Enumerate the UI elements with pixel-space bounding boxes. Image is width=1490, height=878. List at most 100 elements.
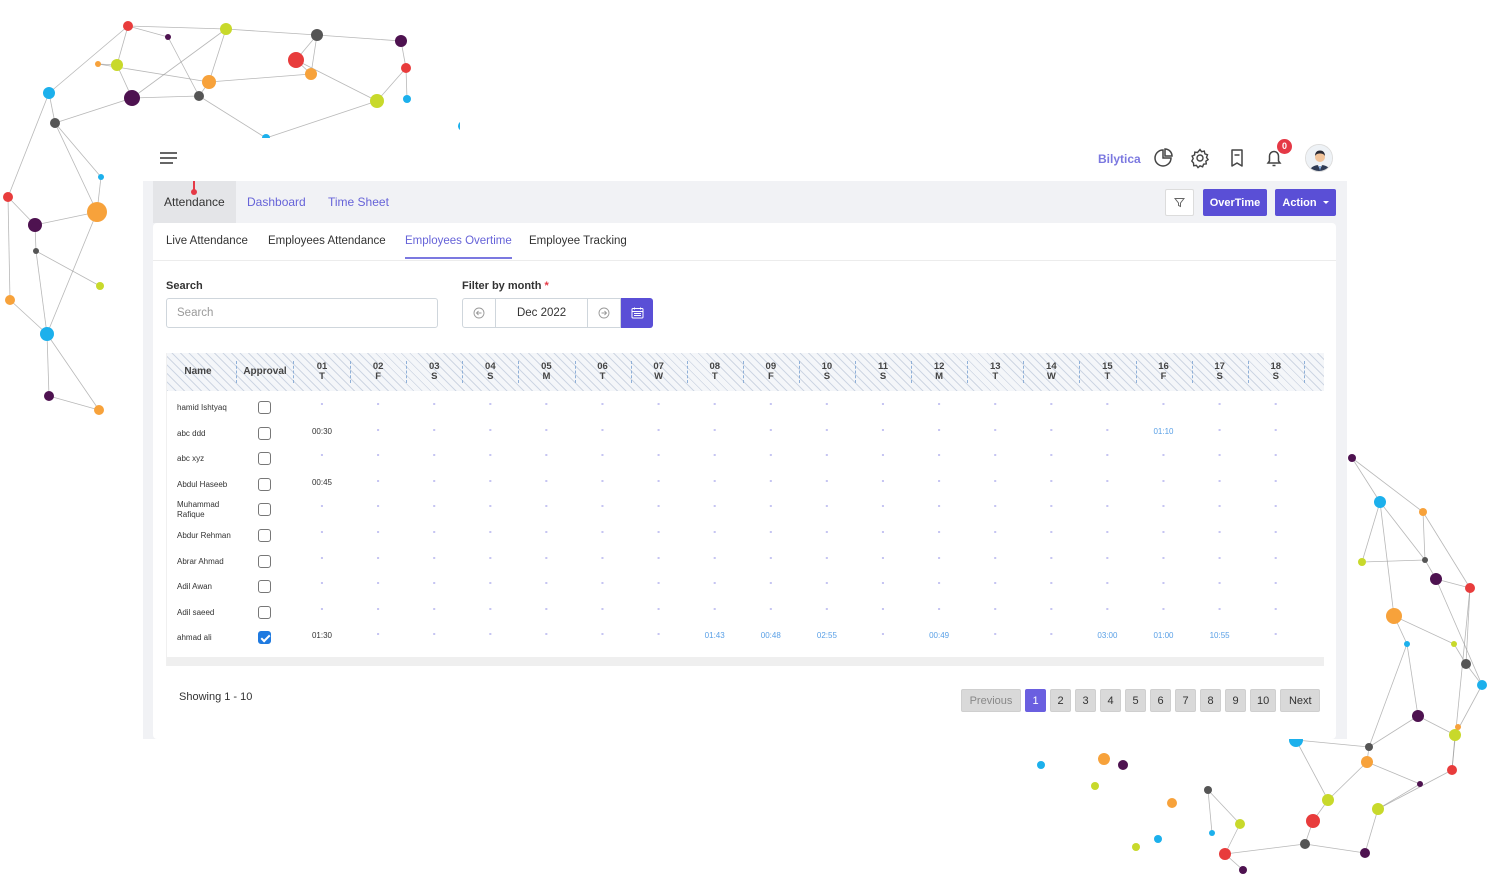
network-edge <box>1393 615 1408 645</box>
overtime-cell: - <box>1049 527 1053 536</box>
approval-checkbox[interactable] <box>258 580 271 594</box>
subtab-employee-tracking[interactable]: Employee Tracking <box>529 235 627 257</box>
pie-chart-icon[interactable] <box>1152 147 1174 169</box>
user-avatar[interactable] <box>1305 144 1333 172</box>
search-input[interactable] <box>166 298 438 328</box>
overtime-cell: - <box>1049 424 1053 434</box>
tab-dashboard[interactable]: Dashboard <box>236 181 317 223</box>
overtime-cell: - <box>1274 399 1278 408</box>
network-node <box>1239 866 1247 874</box>
header-day: 02 F <box>350 353 406 391</box>
network-edge <box>1224 843 1306 855</box>
network-edge <box>7 196 36 226</box>
subtab-live-attendance[interactable]: Live Attendance <box>166 235 248 257</box>
approval-checkbox[interactable] <box>258 554 271 568</box>
day-weekday: F <box>1160 371 1167 382</box>
horizontal-scrollbar[interactable] <box>167 657 1324 666</box>
network-node <box>401 63 411 73</box>
approval-checkbox[interactable] <box>258 631 271 645</box>
network-edge <box>295 34 318 61</box>
header-day: 03 S <box>406 353 462 391</box>
approval-checkbox[interactable] <box>258 452 271 466</box>
page-button[interactable]: 5 <box>1125 689 1146 712</box>
page-button[interactable]: 9 <box>1225 689 1246 712</box>
overtime-cell: - <box>376 399 380 408</box>
page-button[interactable]: 8 <box>1200 689 1221 712</box>
overtime-cell: - <box>825 399 829 408</box>
page-button[interactable]: 6 <box>1150 689 1171 712</box>
action-dropdown-button[interactable]: Action <box>1275 189 1336 216</box>
network-edge <box>1364 808 1379 854</box>
overtime-cell: - <box>545 450 548 460</box>
page-button[interactable]: 3 <box>1075 689 1096 712</box>
network-node <box>1447 765 1457 775</box>
tab-time-sheet[interactable]: Time Sheet <box>317 181 400 223</box>
overtime-cell: - <box>713 424 717 434</box>
previous-month-button[interactable] <box>462 298 496 328</box>
next-month-button[interactable] <box>587 298 622 328</box>
network-edge <box>1361 559 1426 563</box>
page-button[interactable]: 10 <box>1250 689 1277 712</box>
menu-icon[interactable] <box>160 152 177 164</box>
table-row: ahmad ali 01:30 - - - - - - 01:43 00:48 02:55 - 00:4… <box>167 628 1324 654</box>
overtime-cell: - <box>320 501 324 511</box>
network-edge <box>310 34 318 75</box>
network-edge <box>1453 643 1467 665</box>
brand-link[interactable]: Bilytica <box>1098 152 1141 166</box>
overtime-cell: - <box>376 603 380 613</box>
network-edge <box>1406 643 1419 717</box>
page-button[interactable]: 7 <box>1175 689 1196 712</box>
network-edge <box>1368 715 1419 748</box>
approval-checkbox[interactable] <box>258 401 271 414</box>
overtime-cell: - <box>881 424 885 434</box>
page-button[interactable]: 1 <box>1025 689 1046 712</box>
network-edge <box>1224 853 1244 871</box>
overtime-cell: - <box>1218 450 1221 460</box>
subtab-employees-overtime[interactable]: Employees Overtime <box>405 235 512 259</box>
network-edge <box>1424 559 1437 580</box>
network-node <box>370 94 384 108</box>
filter-button[interactable] <box>1165 189 1194 216</box>
network-edge <box>1451 734 1456 771</box>
header-day: 16 F <box>1136 353 1192 391</box>
approval-checkbox[interactable] <box>258 503 271 517</box>
previous-page-button[interactable]: Previous <box>961 689 1021 712</box>
overtime-cell: - <box>881 450 885 460</box>
network-edge <box>1327 761 1368 801</box>
employee-name: Abdur Rehman <box>177 531 231 540</box>
network-node <box>1118 760 1128 770</box>
overtime-cell: 01:43 <box>704 631 725 641</box>
overtime-cell: - <box>1106 475 1109 485</box>
page-button[interactable]: 2 <box>1050 689 1071 712</box>
subtab-employees-attendance[interactable]: Employees Attendance <box>268 235 386 257</box>
network-edge <box>1451 587 1471 771</box>
approval-checkbox[interactable] <box>258 605 271 619</box>
day-weekday: W <box>654 371 664 382</box>
network-edge <box>34 224 37 252</box>
overtime-button[interactable]: OverTime <box>1203 189 1267 216</box>
calendar-button[interactable] <box>621 298 653 328</box>
overtime-cell: - <box>769 450 773 460</box>
page-button[interactable]: 4 <box>1100 689 1121 712</box>
network-edge <box>316 34 402 42</box>
network-node <box>1204 786 1212 794</box>
overtime-cell: - <box>601 475 604 485</box>
approval-checkbox[interactable] <box>258 477 271 491</box>
overtime-cell: - <box>993 527 997 536</box>
bookmark-icon[interactable] <box>1226 147 1248 169</box>
approval-checkbox[interactable] <box>258 529 271 542</box>
overtime-cell: - <box>376 475 380 485</box>
approval-checkbox[interactable] <box>258 426 271 440</box>
table-row: Muhammad Rafique - - - - - - - - - - - - - - - - - - <box>167 500 1324 526</box>
overtime-cell: - <box>1106 424 1109 434</box>
overtime-cell: - <box>1218 475 1221 485</box>
overtime-cell: - <box>545 475 548 485</box>
next-page-button[interactable]: Next <box>1280 689 1321 712</box>
network-node <box>43 87 55 99</box>
network-node <box>96 282 104 290</box>
day-weekday: M <box>542 371 551 382</box>
overtime-cell: - <box>320 552 324 562</box>
overtime-cell: - <box>769 552 773 562</box>
network-edge <box>54 97 133 124</box>
gear-icon[interactable] <box>1189 147 1211 169</box>
